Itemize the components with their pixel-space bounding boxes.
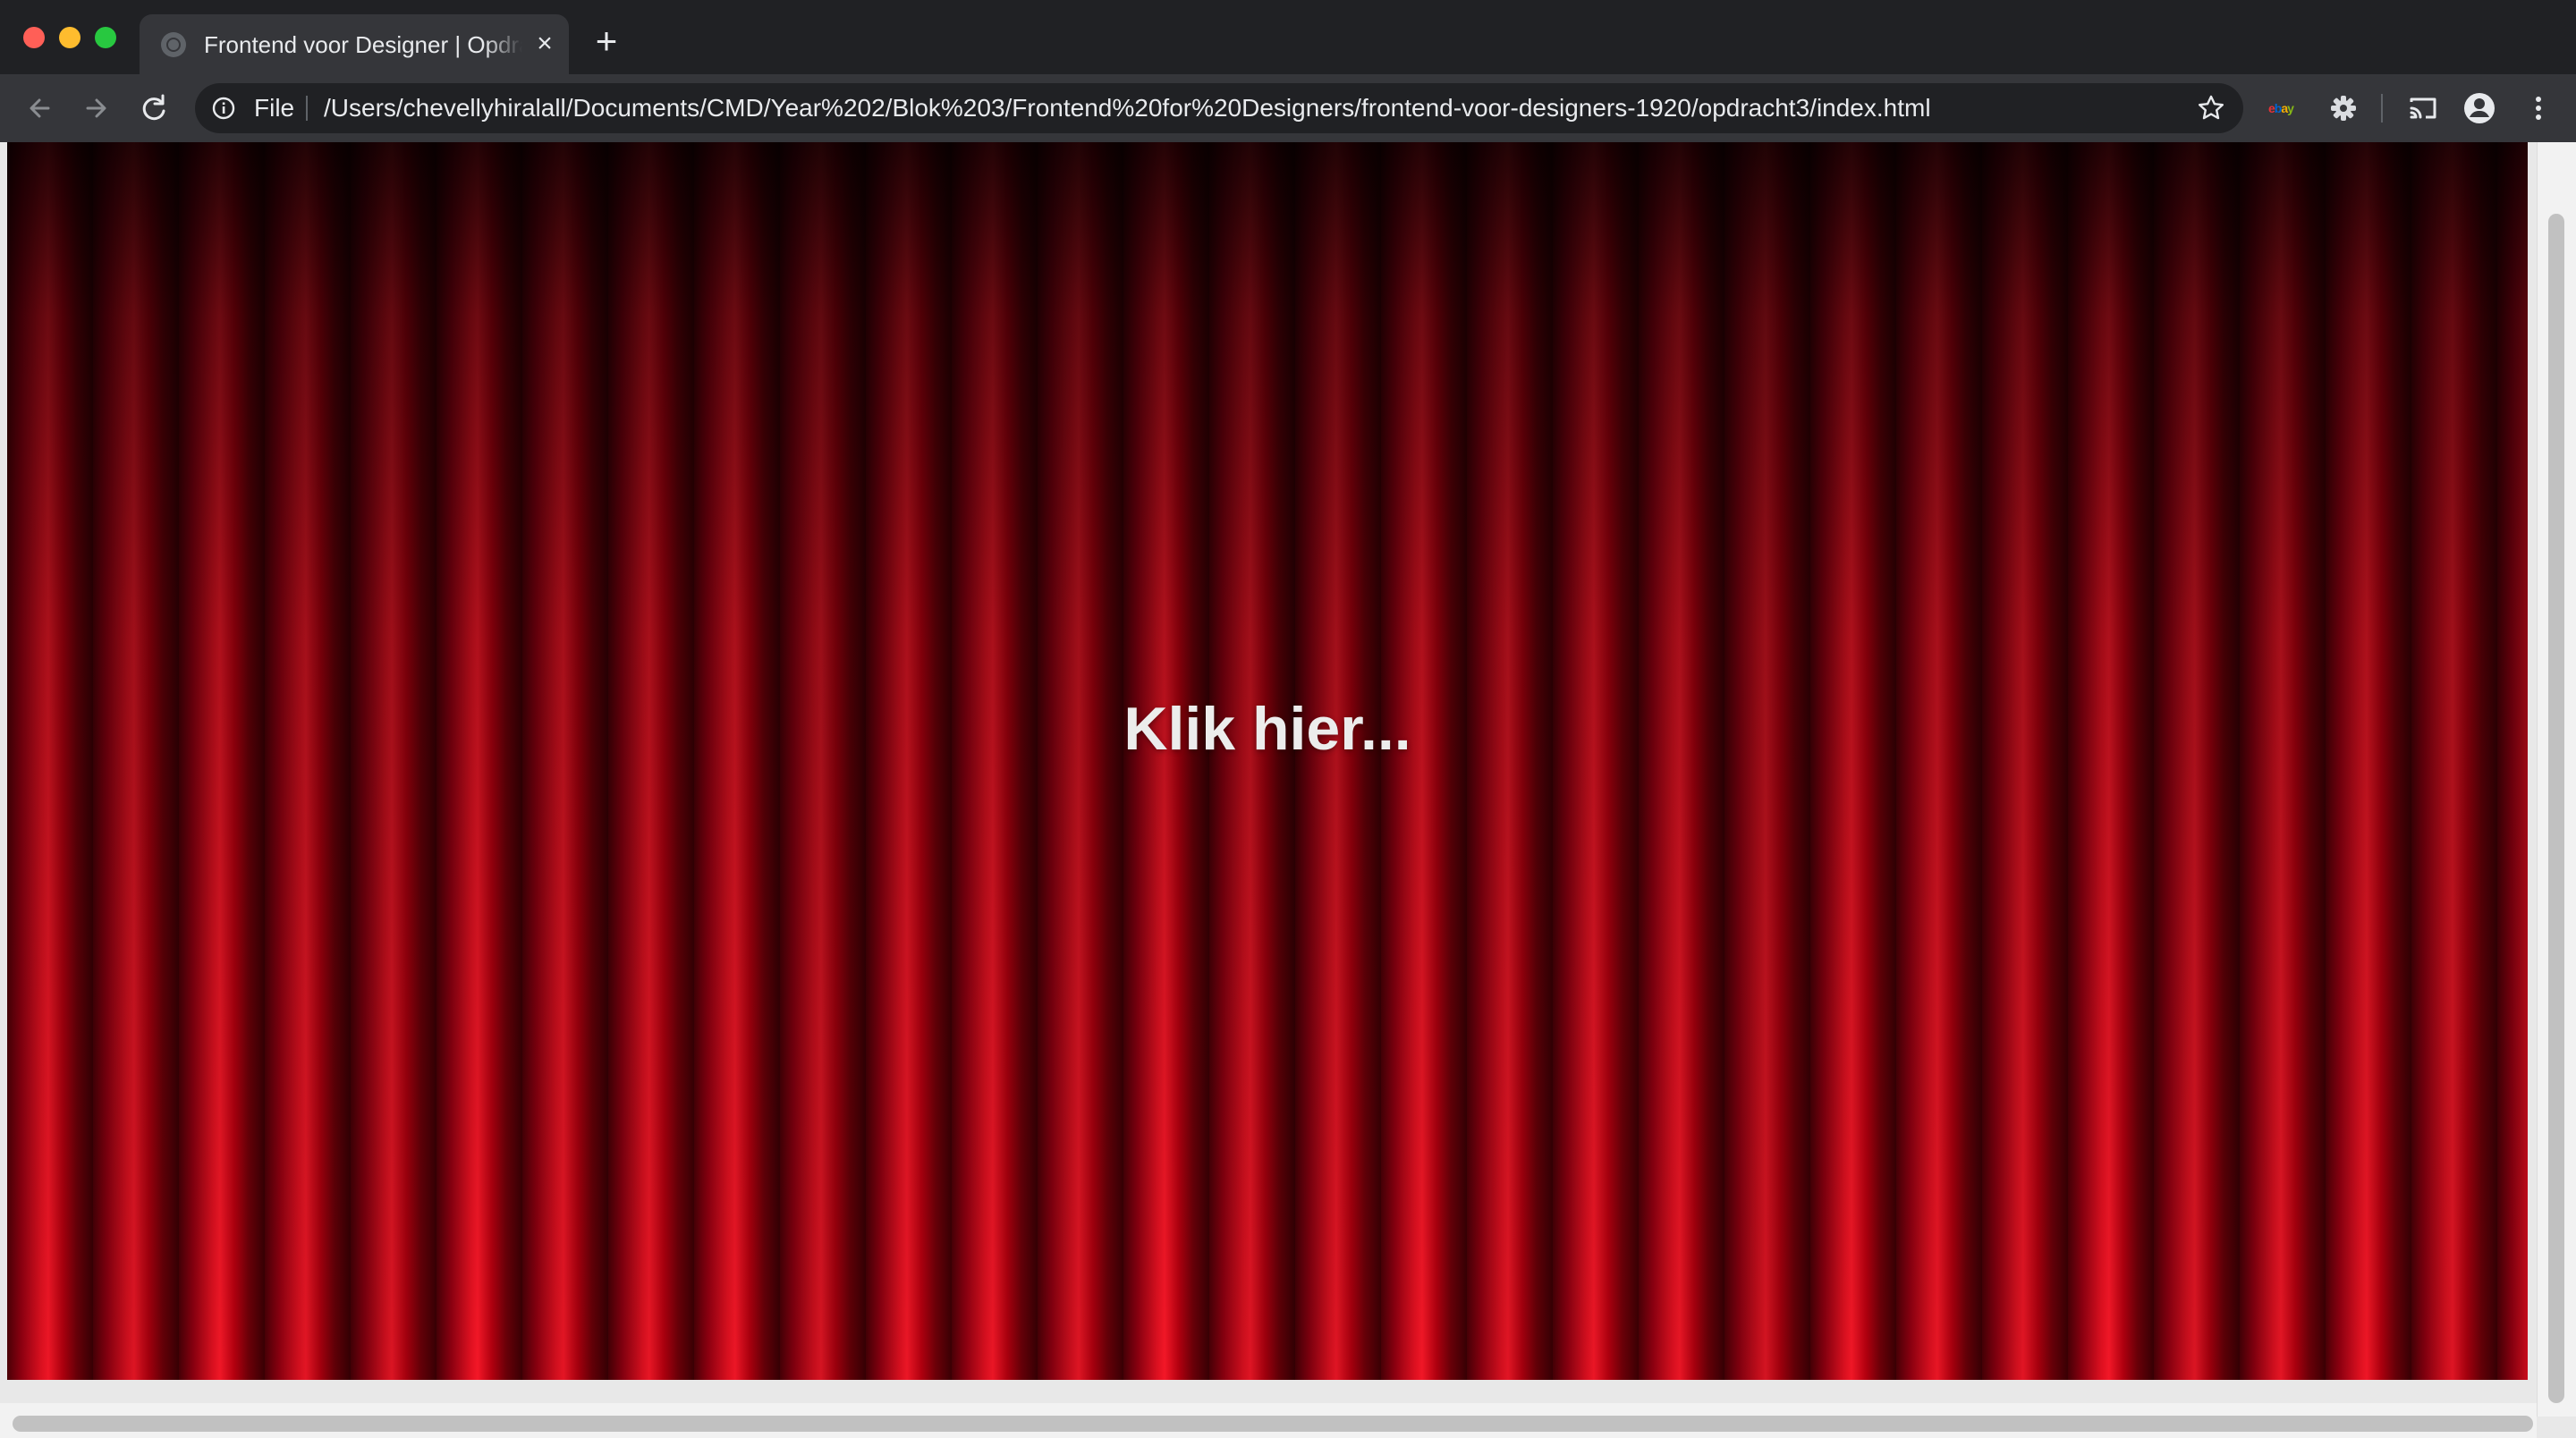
horizontal-scrollbar[interactable] (0, 1403, 2537, 1438)
toolbar: File /Users/chevellyhiralall/Documents/C… (0, 74, 2576, 142)
close-window-button[interactable] (23, 27, 45, 48)
browser-window: Frontend voor Designer | Opdracht 3 × + … (0, 0, 2576, 1438)
tab-active[interactable]: Frontend voor Designer | Opdracht 3 × (140, 14, 569, 74)
globe-icon (161, 32, 186, 57)
info-icon[interactable] (211, 96, 236, 121)
forward-arrow-icon[interactable] (79, 90, 114, 126)
ebay-extension-icon[interactable]: ebay (2268, 97, 2294, 119)
new-tab-button[interactable]: + (590, 22, 623, 60)
tab-strip: Frontend voor Designer | Opdracht 3 × + (0, 0, 2576, 74)
back-arrow-icon[interactable] (21, 90, 57, 126)
cast-icon[interactable] (2404, 90, 2440, 126)
address-divider (306, 96, 308, 121)
fullscreen-window-button[interactable] (95, 27, 116, 48)
url-scheme-label: File (254, 94, 295, 122)
puzzle-gear-extension-icon[interactable] (2326, 90, 2361, 126)
reload-icon[interactable] (136, 90, 172, 126)
toolbar-divider (2381, 94, 2383, 123)
click-here-heading[interactable]: Klik hier... (7, 693, 2528, 765)
bookmark-star-icon[interactable] (2195, 92, 2227, 124)
minimize-window-button[interactable] (59, 27, 80, 48)
horizontal-scrollbar-thumb[interactable] (13, 1416, 2533, 1432)
address-bar[interactable]: File /Users/chevellyhiralall/Documents/C… (195, 83, 2243, 133)
vertical-scrollbar[interactable] (2537, 142, 2576, 1417)
vertical-scrollbar-thumb[interactable] (2548, 214, 2564, 1403)
more-menu-icon[interactable] (2521, 90, 2556, 126)
url-text[interactable]: /Users/chevellyhiralall/Documents/CMD/Ye… (324, 94, 2113, 123)
tab-close-icon[interactable]: × (531, 30, 558, 57)
profile-avatar-icon[interactable] (2462, 90, 2497, 126)
page-viewport: Klik hier... (0, 142, 2576, 1438)
stage-curtain[interactable]: Klik hier... (7, 142, 2528, 1380)
tab-title: Frontend voor Designer | Opdracht 3 (204, 31, 522, 58)
